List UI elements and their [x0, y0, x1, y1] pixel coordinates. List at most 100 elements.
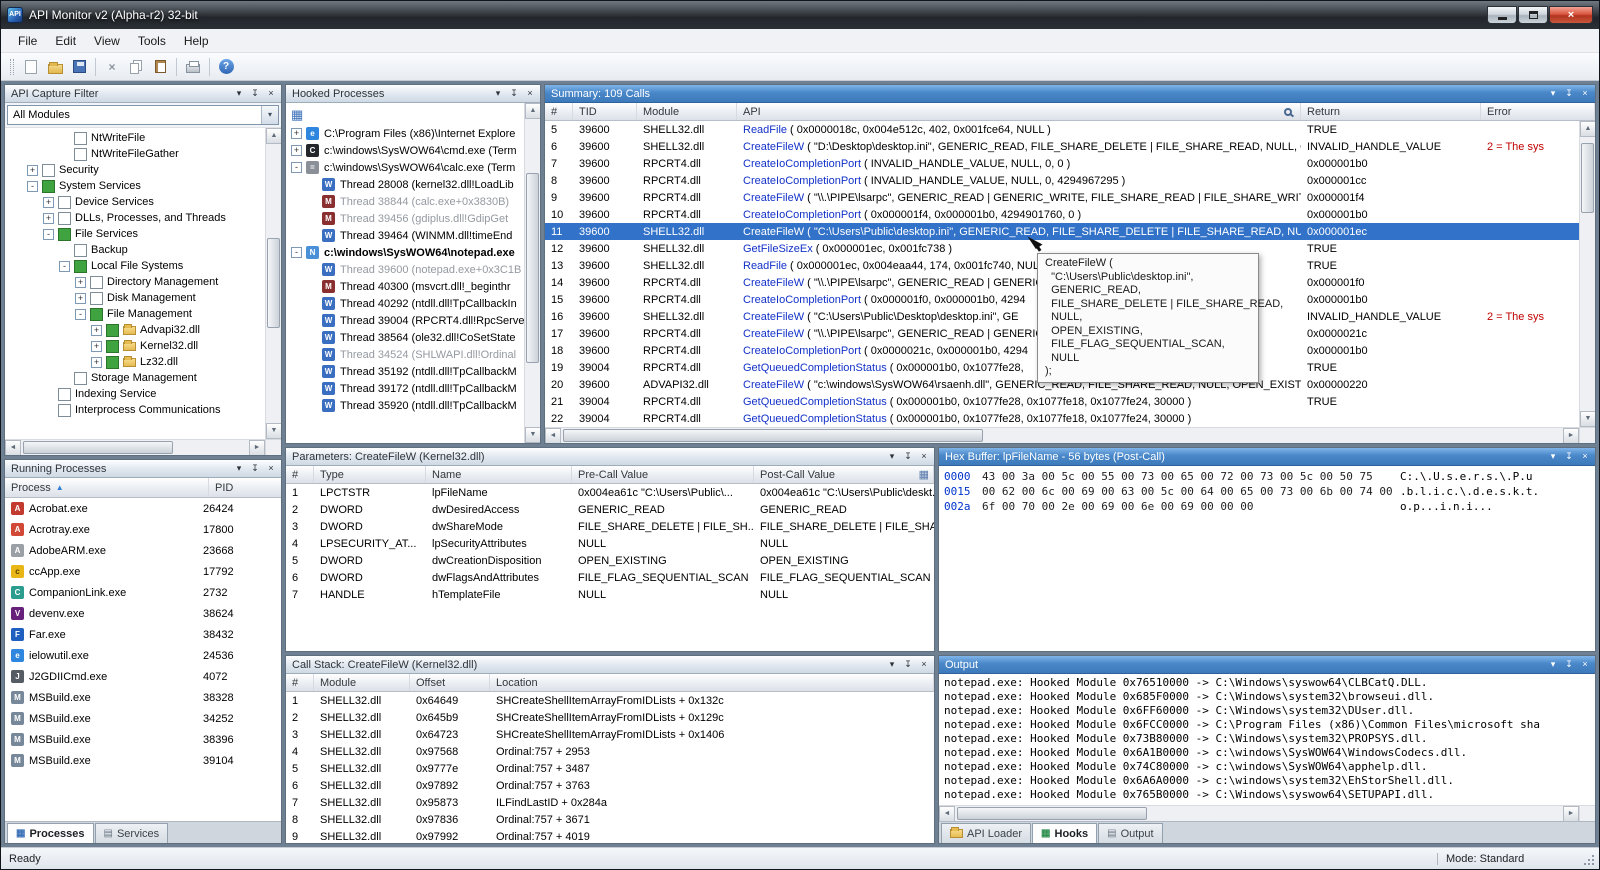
process-row[interactable]: M MSBuild.exe 34252 — [5, 708, 281, 729]
checkbox[interactable] — [42, 180, 55, 193]
parameter-row[interactable]: 5 DWORD dwCreationDisposition OPEN_EXIST… — [286, 552, 934, 569]
summary-row[interactable]: 10 39600 RPCRT4.dll CreateIoCompletionPo… — [545, 206, 1579, 223]
summary-row[interactable]: 6 39600 SHELL32.dll CreateFileW( "D:\Des… — [545, 138, 1579, 155]
pin-icon[interactable]: ↧ — [248, 462, 262, 475]
tab-output[interactable]: ▤ Output — [1098, 823, 1162, 843]
expand-toggle-icon[interactable]: - — [27, 181, 38, 192]
process-row[interactable]: A AdobeARM.exe 23668 — [5, 540, 281, 561]
column-header-pid[interactable]: PID — [209, 482, 281, 494]
expand-toggle-icon[interactable]: - — [291, 162, 302, 173]
scroll-thumb[interactable] — [23, 441, 173, 454]
output-log[interactable]: notepad.exe: Hooked Module 0x76510000 ->… — [939, 674, 1595, 805]
menu-tools[interactable]: Tools — [129, 31, 175, 51]
scroll-up-icon[interactable]: ▲ — [266, 128, 282, 144]
column-header-return[interactable]: Return — [1301, 103, 1481, 120]
process-row[interactable]: C CompanionLink.exe 2732 — [5, 582, 281, 603]
column-header-precall[interactable]: Pre-Call Value — [572, 466, 754, 483]
tree-item[interactable]: + Lz32.dll — [5, 354, 265, 370]
column-header-name[interactable]: Name — [426, 466, 572, 483]
tree-item[interactable]: + Directory Management — [5, 274, 265, 290]
expand-toggle-icon[interactable]: + — [43, 197, 54, 208]
checkbox[interactable] — [90, 308, 103, 321]
close-icon[interactable]: × — [264, 462, 278, 475]
call-stack-row[interactable]: 1 SHELL32.dll 0x64649 SHCreateShellItemA… — [286, 692, 934, 709]
scroll-down-icon[interactable]: ▼ — [1580, 411, 1596, 427]
paste-button[interactable] — [148, 56, 172, 78]
checkbox[interactable] — [74, 132, 87, 145]
output-hscrollbar[interactable]: ◄ ► — [939, 805, 1579, 821]
pin-icon[interactable]: ↧ — [1562, 87, 1576, 100]
chevron-down-icon[interactable]: ▾ — [261, 106, 278, 124]
tree-item[interactable]: + Device Services — [5, 194, 265, 210]
expand-toggle-icon[interactable]: - — [59, 261, 70, 272]
expand-toggle-icon[interactable]: - — [43, 229, 54, 240]
scroll-left-icon[interactable]: ◄ — [545, 428, 561, 444]
column-header-location[interactable]: Location — [490, 674, 934, 691]
parameter-row[interactable]: 1 LPCTSTR lpFileName 0x004ea61c "C:\User… — [286, 484, 934, 501]
parameter-row[interactable]: 2 DWORD dwDesiredAccess GENERIC_READ GEN… — [286, 501, 934, 518]
hooked-tree-item[interactable]: + e C:\Program Files (x86)\Internet Expl… — [286, 125, 524, 142]
hooked-tree-item[interactable]: W Thread 39600 (notepad.exe+0x3C1B — [286, 261, 524, 278]
panel-menu-icon[interactable]: ▾ — [885, 658, 899, 671]
checkbox[interactable] — [90, 292, 103, 305]
process-row[interactable]: e ielowutil.exe 24536 — [5, 645, 281, 666]
scroll-right-icon[interactable]: ► — [1563, 428, 1579, 444]
expand-toggle-icon[interactable]: + — [43, 213, 54, 224]
column-header-offset[interactable]: Offset — [410, 674, 490, 691]
hooked-tree-item[interactable]: W Thread 28008 (kernel32.dll!LoadLib — [286, 176, 524, 193]
checkbox[interactable] — [42, 164, 55, 177]
pin-icon[interactable]: ↧ — [1562, 450, 1576, 463]
call-stack-row[interactable]: 9 SHELL32.dll 0x97992 Ordinal:757 + 4019 — [286, 828, 934, 843]
hooked-tree-item[interactable]: W Thread 35920 (ntdll.dll!TpCallbackM — [286, 397, 524, 414]
summary-row[interactable]: 7 39600 RPCRT4.dll CreateIoCompletionPor… — [545, 155, 1579, 172]
call-stack-row[interactable]: 4 SHELL32.dll 0x97568 Ordinal:757 + 2953 — [286, 743, 934, 760]
cut-button[interactable]: × — [100, 56, 124, 78]
tab-hooks[interactable]: ▦ Hooks — [1032, 823, 1097, 843]
call-stack-row[interactable]: 8 SHELL32.dll 0x97836 Ordinal:757 + 3671 — [286, 811, 934, 828]
panel-menu-icon[interactable]: ▾ — [885, 450, 899, 463]
resize-grip[interactable] — [1581, 852, 1595, 866]
tree-item[interactable]: - System Services — [5, 178, 265, 194]
tree-item[interactable]: Storage Management — [5, 370, 265, 386]
column-header-module[interactable]: Module — [637, 103, 737, 120]
expand-toggle-icon[interactable]: + — [291, 145, 302, 156]
help-button[interactable]: ? — [214, 56, 238, 78]
process-row[interactable]: F Far.exe 38432 — [5, 624, 281, 645]
minimize-button[interactable] — [1487, 6, 1517, 24]
tree-item[interactable]: + Advapi32.dll — [5, 322, 265, 338]
print-button[interactable] — [181, 56, 205, 78]
tree-item[interactable]: + DLLs, Processes, and Threads — [5, 210, 265, 226]
pin-icon[interactable]: ↧ — [248, 87, 262, 100]
summary-hscrollbar[interactable]: ◄ ► — [545, 427, 1579, 443]
filter-tree-hscrollbar[interactable]: ◄ ► — [5, 439, 265, 455]
close-icon[interactable]: × — [917, 450, 931, 463]
expand-toggle-icon[interactable]: - — [75, 309, 86, 320]
tree-item[interactable]: + Disk Management — [5, 290, 265, 306]
panel-menu-icon[interactable]: ▾ — [1546, 87, 1560, 100]
scroll-left-icon[interactable]: ◄ — [939, 806, 955, 822]
checkbox[interactable] — [90, 276, 103, 289]
call-stack-row[interactable]: 5 SHELL32.dll 0x9777e Ordinal:757 + 3487 — [286, 760, 934, 777]
call-stack-row[interactable]: 3 SHELL32.dll 0x64723 SHCreateShellItemA… — [286, 726, 934, 743]
column-header-num[interactable]: # — [545, 103, 573, 120]
process-row[interactable]: M MSBuild.exe 38328 — [5, 687, 281, 708]
pin-icon[interactable]: ↧ — [1562, 658, 1576, 671]
hooked-tree-item[interactable]: W Thread 40292 (ntdll.dll!TpCallbackIn — [286, 295, 524, 312]
expand-toggle-icon[interactable]: + — [91, 341, 102, 352]
expand-toggle-icon[interactable]: + — [75, 293, 86, 304]
call-stack-row[interactable]: 2 SHELL32.dll 0x645b9 SHCreateShellItemA… — [286, 709, 934, 726]
checkbox[interactable] — [58, 388, 71, 401]
hooked-tree-item[interactable]: + C c:\windows\SysWOW64\cmd.exe (Term — [286, 142, 524, 159]
scroll-right-icon[interactable]: ► — [1563, 806, 1579, 822]
parameter-row[interactable]: 3 DWORD dwShareMode FILE_SHARE_DELETE | … — [286, 518, 934, 535]
summary-row[interactable]: 22 39004 RPCRT4.dll GetQueuedCompletionS… — [545, 410, 1579, 427]
close-icon[interactable]: × — [523, 87, 537, 100]
scroll-thumb[interactable] — [957, 807, 1147, 820]
scroll-up-icon[interactable]: ▲ — [525, 103, 541, 119]
checkbox[interactable] — [58, 212, 71, 225]
tab-processes[interactable]: ▦ Processes — [7, 823, 94, 843]
scroll-right-icon[interactable]: ► — [249, 440, 265, 456]
column-header-postcall[interactable]: Post-Call Value ▦ — [754, 466, 934, 483]
scroll-down-icon[interactable]: ▼ — [525, 427, 541, 443]
call-stack-row[interactable]: 7 SHELL32.dll 0x95873 ILFindLastID + 0x2… — [286, 794, 934, 811]
